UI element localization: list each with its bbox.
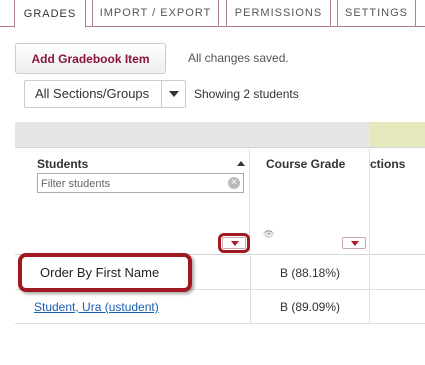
gradebook-grid: Students × Course Grade 👁 ctions B (88.1… (15, 122, 425, 324)
grid-header-band (15, 122, 370, 148)
student-count-text: Showing 2 students (194, 87, 299, 101)
add-gradebook-item-button[interactable]: Add Gradebook Item (15, 43, 166, 74)
section-select-value: All Sections/Groups (35, 86, 150, 101)
tab-import-export[interactable]: IMPORT / EXPORT (92, 0, 219, 27)
menu-item-order-by-first-name[interactable]: Order By First Name (18, 253, 192, 292)
save-status: All changes saved. (188, 51, 289, 65)
tab-grades[interactable]: GRADES (14, 0, 86, 28)
filter-students-input[interactable] (38, 175, 223, 193)
tab-bar: GRADES IMPORT / EXPORT PERMISSIONS SETTI… (0, 0, 425, 28)
course-grade-menu-button[interactable] (342, 237, 366, 249)
table-row: Student, Ura (ustudent) B (89.09%) (15, 290, 425, 324)
grid-header-row: Students × Course Grade 👁 ctions (15, 149, 425, 255)
grid-header-band-accent (370, 122, 425, 148)
chevron-down-icon[interactable] (161, 81, 185, 107)
course-grade-header-label: Course Grade (266, 157, 346, 171)
tab-permissions[interactable]: PERMISSIONS (226, 0, 331, 27)
students-column-header: Students × (15, 149, 250, 255)
student-name-link[interactable]: Student, Ura (ustudent) (34, 300, 159, 314)
sort-ascending-icon[interactable] (237, 161, 245, 166)
section-group-select[interactable]: All Sections/Groups (24, 80, 186, 108)
course-grade-cell: B (89.09%) (250, 290, 370, 324)
course-grade-column-header: Course Grade 👁 (250, 149, 370, 255)
sections-header-label: ctions (370, 157, 406, 171)
sections-column-header: ctions (370, 149, 425, 255)
eye-hidden-icon[interactable]: 👁 (263, 229, 274, 240)
highlight-ring (218, 233, 250, 253)
filter-students-field[interactable]: × (37, 173, 244, 193)
clear-icon[interactable]: × (228, 177, 240, 189)
course-grade-cell: B (88.18%) (250, 256, 370, 290)
tab-settings[interactable]: SETTINGS (337, 0, 416, 27)
students-header-label[interactable]: Students (37, 157, 88, 171)
